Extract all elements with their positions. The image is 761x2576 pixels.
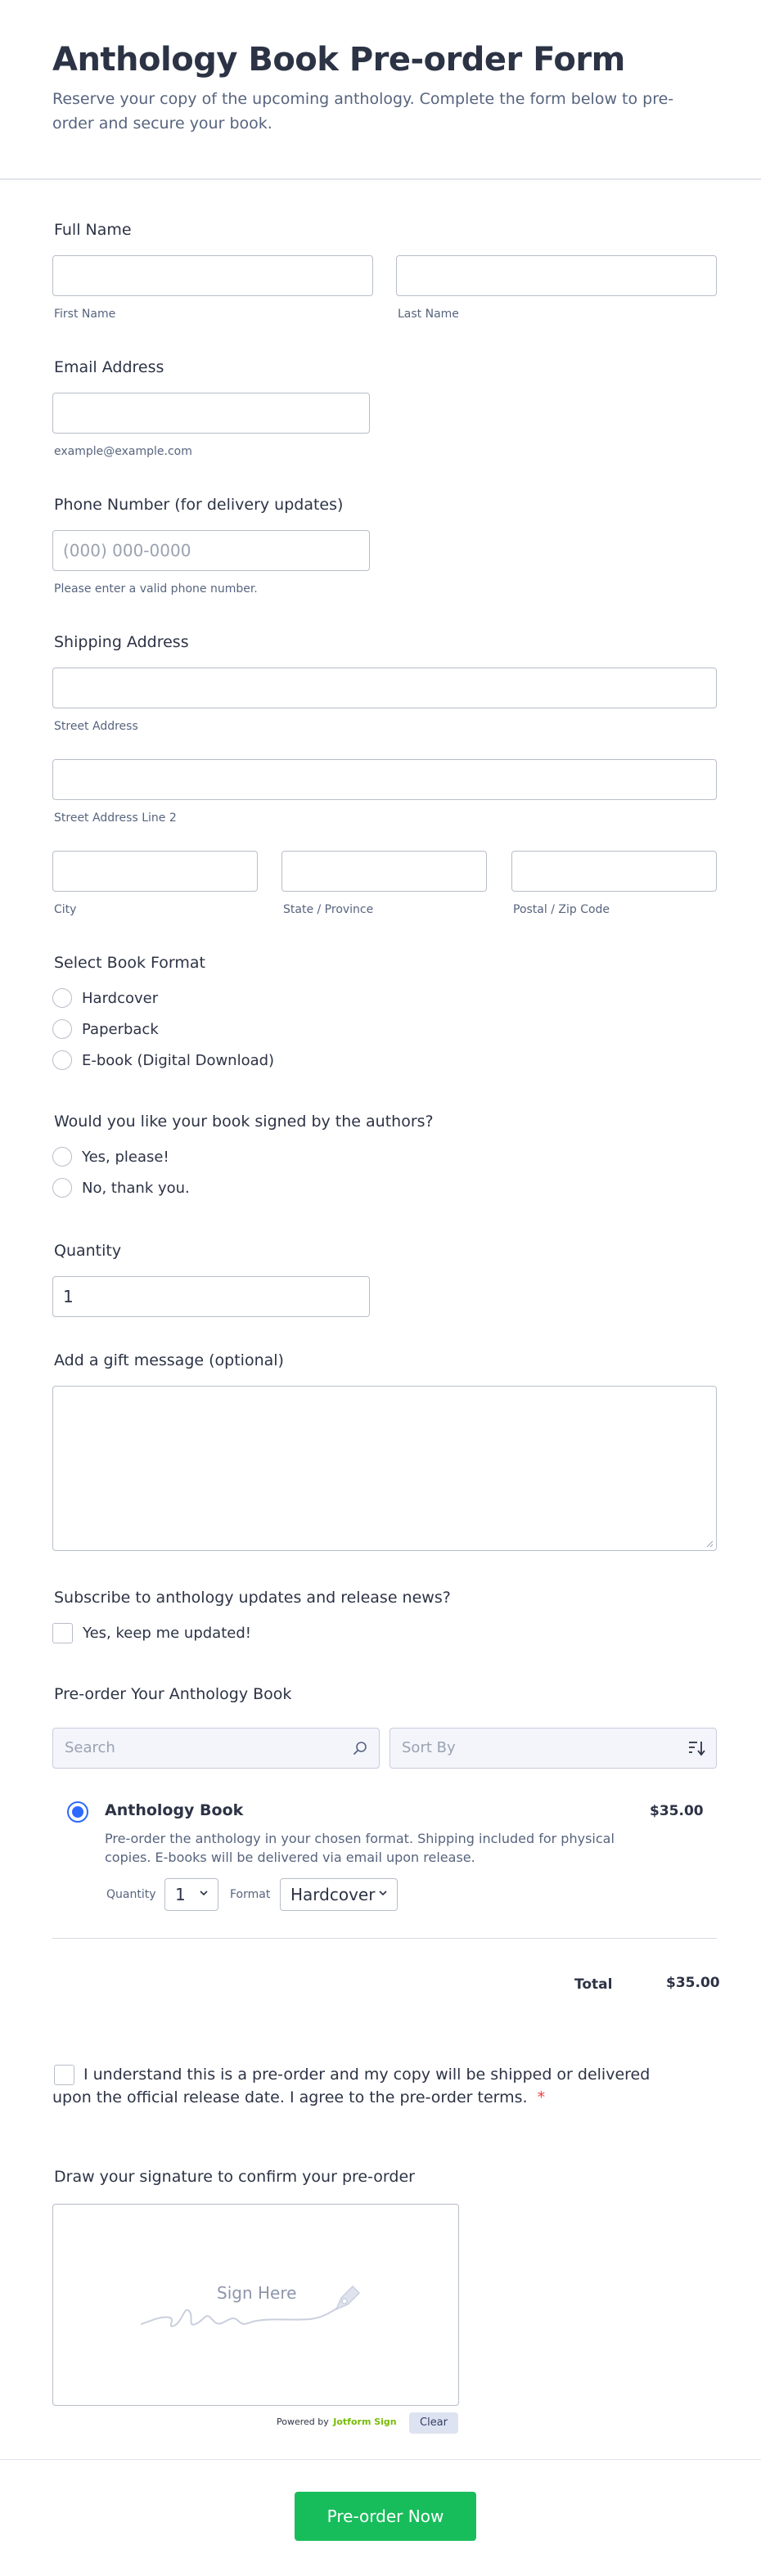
product-format-value: Hardcover bbox=[290, 1885, 376, 1904]
format-option-paperback[interactable]: Paperback bbox=[52, 1019, 159, 1039]
last-name-input[interactable] bbox=[396, 255, 717, 296]
street-address-sublabel: Street Address bbox=[54, 720, 138, 733]
product-quantity-value: 1 bbox=[175, 1885, 186, 1904]
radio-label: No, thank you. bbox=[82, 1179, 190, 1197]
first-name-input[interactable] bbox=[52, 255, 373, 296]
powered-by: Powered by Jotform Sign bbox=[277, 2416, 397, 2427]
sort-icon bbox=[689, 1742, 705, 1756]
street-address-2-input[interactable] bbox=[52, 759, 717, 800]
product-format-select[interactable]: Hardcover bbox=[280, 1878, 398, 1911]
required-asterisk: * bbox=[537, 2088, 546, 2106]
total-value: $35.00 bbox=[666, 1975, 720, 1991]
radio-button[interactable] bbox=[52, 988, 72, 1008]
email-input[interactable] bbox=[52, 393, 370, 434]
terms-label: I understand this is a pre-order and my … bbox=[52, 2063, 674, 2109]
pen-icon bbox=[335, 2285, 361, 2311]
quantity-input[interactable]: 1 bbox=[52, 1276, 370, 1317]
resize-handle-icon[interactable] bbox=[705, 1540, 714, 1548]
form-title: Anthology Book Pre-order Form bbox=[52, 41, 625, 79]
product-sort-select[interactable]: Sort By bbox=[390, 1728, 717, 1769]
product-quantity-label: Quantity bbox=[106, 1888, 156, 1901]
radio-button[interactable] bbox=[52, 1147, 72, 1167]
radio-button[interactable] bbox=[52, 1178, 72, 1198]
form-header: Anthology Book Pre-order Form Reserve yo… bbox=[0, 0, 761, 180]
radio-button[interactable] bbox=[52, 1019, 72, 1039]
zip-sublabel: Postal / Zip Code bbox=[513, 903, 610, 916]
signed-option-yes[interactable]: Yes, please! bbox=[52, 1147, 169, 1167]
page-background: Anthology Book Pre-order Form Reserve yo… bbox=[0, 0, 761, 2576]
chevron-down-icon bbox=[200, 1890, 208, 1896]
last-name-sublabel: Last Name bbox=[398, 308, 459, 321]
signature-pad[interactable]: Sign Here bbox=[52, 2204, 459, 2406]
product-divider bbox=[52, 1938, 717, 1939]
phone-input[interactable]: (000) 000-0000 bbox=[52, 530, 370, 571]
form-subtitle: Reserve your copy of the upcoming anthol… bbox=[52, 90, 674, 133]
form-card: Anthology Book Pre-order Form Reserve yo… bbox=[0, 0, 761, 2576]
subscribe-option[interactable]: Yes, keep me updated! bbox=[52, 1623, 251, 1643]
subscribe-checkbox[interactable] bbox=[52, 1623, 73, 1643]
terms-text: I understand this is a pre-order and my … bbox=[52, 2066, 651, 2106]
search-icon bbox=[353, 1742, 367, 1755]
signed-option-no[interactable]: No, thank you. bbox=[52, 1178, 190, 1198]
submit-button[interactable]: Pre-order Now bbox=[295, 2492, 476, 2541]
street-address-input[interactable] bbox=[52, 668, 717, 708]
product-search-input[interactable]: Search bbox=[52, 1728, 380, 1769]
radio-label: Paperback bbox=[82, 1020, 159, 1038]
zip-input[interactable] bbox=[511, 851, 717, 892]
street-address-2-sublabel: Street Address Line 2 bbox=[54, 811, 177, 825]
radio-label: E-book (Digital Download) bbox=[82, 1051, 275, 1069]
product-price: $35.00 bbox=[650, 1803, 704, 1819]
checkbox-label: Yes, keep me updated! bbox=[83, 1625, 251, 1642]
radio-label: Hardcover bbox=[82, 989, 159, 1007]
product-select-radio[interactable] bbox=[67, 1801, 88, 1823]
phone-sublabel: Please enter a valid phone number. bbox=[54, 582, 258, 596]
jotform-sign-logo: Jotform Sign bbox=[333, 2416, 397, 2427]
book-format-label: Select Book Format bbox=[54, 954, 205, 972]
format-option-ebook[interactable]: E-book (Digital Download) bbox=[52, 1050, 274, 1070]
signature-label: Draw your signature to confirm your pre-… bbox=[54, 2168, 415, 2186]
footer-divider bbox=[0, 2459, 761, 2460]
subscribe-label: Subscribe to anthology updates and relea… bbox=[54, 1589, 451, 1607]
clear-signature-button[interactable]: Clear bbox=[409, 2412, 458, 2434]
format-option-hardcover[interactable]: Hardcover bbox=[52, 988, 158, 1008]
first-name-sublabel: First Name bbox=[54, 308, 116, 321]
product-description: Pre-order the anthology in your chosen f… bbox=[105, 1831, 615, 1865]
gift-message-label: Add a gift message (optional) bbox=[54, 1351, 284, 1369]
gift-message-textarea[interactable] bbox=[52, 1386, 717, 1551]
state-input[interactable] bbox=[281, 851, 487, 892]
radio-label: Yes, please! bbox=[82, 1148, 169, 1166]
email-sublabel: example@example.com bbox=[54, 445, 192, 458]
phone-label: Phone Number (for delivery updates) bbox=[54, 496, 344, 514]
signature-placeholder: Sign Here bbox=[217, 2283, 297, 2303]
quantity-label: Quantity bbox=[54, 1242, 122, 1260]
email-label: Email Address bbox=[54, 358, 164, 376]
address-label: Shipping Address bbox=[54, 633, 189, 651]
powered-by-text: Powered by bbox=[277, 2416, 329, 2427]
radio-button[interactable] bbox=[52, 1050, 72, 1070]
product-list-label: Pre-order Your Anthology Book bbox=[54, 1685, 292, 1703]
total-label: Total bbox=[574, 1976, 613, 1993]
product-name: Anthology Book bbox=[105, 1801, 244, 1819]
state-sublabel: State / Province bbox=[283, 903, 374, 916]
signed-label: Would you like your book signed by the a… bbox=[54, 1113, 434, 1131]
chevron-down-icon bbox=[379, 1890, 387, 1896]
search-placeholder: Search bbox=[65, 1739, 115, 1756]
product-quantity-select[interactable]: 1 bbox=[164, 1878, 218, 1911]
full-name-label: Full Name bbox=[54, 221, 132, 239]
city-sublabel: City bbox=[54, 903, 77, 916]
product-format-label: Format bbox=[230, 1888, 271, 1901]
city-input[interactable] bbox=[52, 851, 258, 892]
sort-placeholder: Sort By bbox=[402, 1739, 456, 1756]
